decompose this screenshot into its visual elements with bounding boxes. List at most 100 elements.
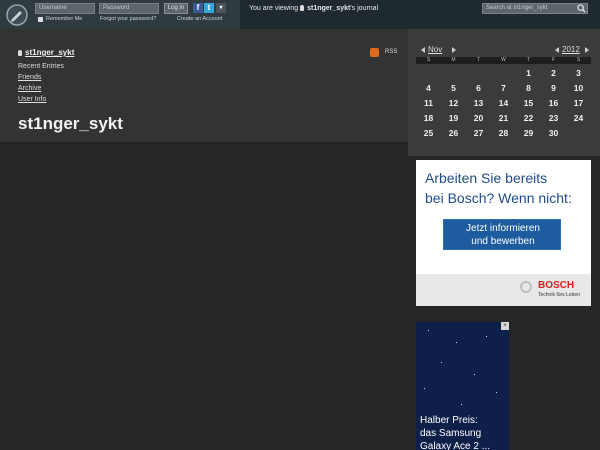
prev-month-arrow-icon[interactable]	[421, 47, 425, 53]
journal-header: st1nger_sykt Recent Entries Friends Arch…	[0, 29, 408, 142]
nav-archive[interactable]: Archive	[18, 85, 41, 92]
star-decoration	[496, 392, 497, 393]
calendar-year-link[interactable]: 2012	[562, 45, 580, 54]
calendar-day: 21	[498, 113, 509, 123]
calendar-day: 19	[448, 113, 459, 123]
star-decoration	[474, 374, 475, 375]
login-panel: Username Password Log in f t ▾ Remember …	[0, 0, 240, 29]
star-decoration	[456, 342, 457, 343]
calendar-day: 26	[448, 128, 459, 138]
next-year-arrow-icon[interactable]	[585, 47, 589, 53]
nav-recent-entries[interactable]: Recent Entries	[18, 63, 64, 70]
prev-year-arrow-icon[interactable]	[555, 47, 559, 53]
livejournal-logo-icon[interactable]	[5, 3, 29, 27]
calendar-day-name: S	[426, 57, 431, 63]
calendar-day-name: T	[526, 57, 531, 63]
password-input[interactable]: Password	[99, 3, 159, 14]
calendar-day: 17	[573, 98, 584, 108]
ad-text-line3: Galaxy Ace 2 ...	[420, 441, 491, 450]
calendar-day: 24	[573, 113, 584, 123]
twitter-icon[interactable]: t	[204, 3, 214, 13]
calendar-day-name: F	[551, 57, 556, 63]
more-login-options-chevron-icon[interactable]: ▾	[216, 3, 226, 13]
star-decoration	[461, 404, 462, 405]
viewing-journal-notice: You are viewing st1nger_sykt's journal	[249, 5, 378, 12]
bosch-logo-icon	[520, 281, 532, 293]
ad-headline-line1: Arbeiten Sie bereits	[425, 170, 548, 186]
forgot-password-link[interactable]: Forgot your password?	[100, 16, 156, 22]
create-account-link[interactable]: Create an Account	[177, 16, 222, 22]
nav-user-info[interactable]: User Info	[18, 96, 46, 103]
login-button[interactable]: Log in	[164, 3, 188, 14]
user-icon	[300, 5, 305, 11]
rss-link[interactable]: RSS	[385, 49, 397, 55]
ad-text-line1: Halber Preis:	[420, 415, 478, 426]
calendar-day-name: W	[501, 57, 506, 63]
viewing-user-link[interactable]: st1nger_sykt	[307, 5, 350, 12]
journal-user-link[interactable]: st1nger_sykt	[18, 48, 74, 57]
calendar-day: 16	[548, 98, 559, 108]
star-decoration	[428, 330, 429, 331]
calendar-day-name: T	[476, 57, 481, 63]
calendar-day: 28	[498, 128, 509, 138]
star-decoration	[486, 336, 487, 337]
calendar-day: 14	[498, 98, 509, 108]
calendar-day: 4	[426, 83, 431, 93]
calendar-day: 20	[473, 113, 484, 123]
calendar-day-name: M	[451, 57, 456, 63]
remember-me-checkbox[interactable]	[38, 17, 43, 22]
search-icon[interactable]	[577, 4, 586, 13]
journal-username: st1nger_sykt	[25, 48, 75, 57]
next-month-arrow-icon[interactable]	[452, 47, 456, 53]
calendar-day: 9	[551, 83, 556, 93]
calendar-day: 29	[523, 128, 534, 138]
ad-close-icon[interactable]: ×	[501, 322, 509, 330]
ad-button-line2: und bewerben	[471, 236, 535, 247]
ad-button-line1: Jetzt informieren	[466, 223, 540, 234]
calendar-day: 23	[548, 113, 559, 123]
ad-brand-band: BOSCH Technik fürs Leben	[416, 274, 591, 306]
calendar-day: 30	[548, 128, 559, 138]
calendar-day: 22	[523, 113, 534, 123]
viewing-suffix: 's journal	[350, 5, 379, 12]
nav-friends[interactable]: Friends	[18, 74, 41, 81]
calendar-month-link[interactable]: Nov	[428, 45, 442, 54]
calendar-day: 18	[423, 113, 434, 123]
calendar-day: 10	[573, 83, 584, 93]
bosch-advertisement[interactable]: Arbeiten Sie bereits bei Bosch? Wenn nic…	[416, 160, 591, 306]
search-input[interactable]: Search at st1nger_sykt	[482, 3, 588, 14]
star-decoration	[424, 388, 425, 389]
viewing-prefix: You are viewing	[249, 5, 299, 12]
calendar-day: 6	[476, 83, 481, 93]
calendar-day: 7	[501, 83, 506, 93]
calendar-day: 25	[423, 128, 434, 138]
calendar-day: 5	[451, 83, 456, 93]
samsung-advertisement[interactable]: × Halber Preis: das Samsung Galaxy Ace 2…	[416, 322, 509, 450]
calendar-day: 12	[448, 98, 459, 108]
calendar-day: 1	[526, 68, 531, 78]
sidebar: Nov 2012 SMTWTFS 1 2 3 4 5 6 7 8 9 10 11 12 13 14 15 16…	[408, 29, 600, 450]
user-icon	[18, 50, 22, 56]
facebook-icon[interactable]: f	[193, 3, 203, 13]
calendar-day: 15	[523, 98, 534, 108]
ad-apply-button[interactable]: Jetzt informieren und bewerben	[443, 219, 561, 250]
ad-brand-tagline: Technik fürs Leben	[538, 292, 580, 298]
remember-me-label: Remember Me	[46, 16, 83, 22]
calendar-day-name: S	[576, 57, 581, 63]
calendar-day: 11	[424, 98, 433, 108]
calendar-day: 8	[526, 83, 531, 93]
calendar-day: 27	[473, 128, 484, 138]
top-navigation-bar: Username Password Log in f t ▾ Remember …	[0, 0, 600, 29]
rss-icon[interactable]	[370, 48, 379, 57]
ad-headline-line2: bei Bosch? Wenn nicht:	[425, 190, 572, 206]
calendar-day: 3	[576, 68, 581, 78]
star-decoration	[441, 362, 442, 363]
calendar-day: 13	[473, 98, 484, 108]
ad-brand-name: BOSCH	[538, 280, 575, 291]
calendar-widget: Nov 2012 SMTWTFS 1 2 3 4 5 6 7 8 9 10 11 12 13 14 15 16…	[408, 29, 600, 156]
username-input[interactable]: Username	[35, 3, 95, 14]
calendar-day-names: SMTWTFS	[416, 57, 591, 64]
ad-text-line2: das Samsung	[420, 428, 482, 439]
calendar-day: 2	[551, 68, 556, 78]
page-title: st1nger_sykt	[18, 114, 123, 133]
